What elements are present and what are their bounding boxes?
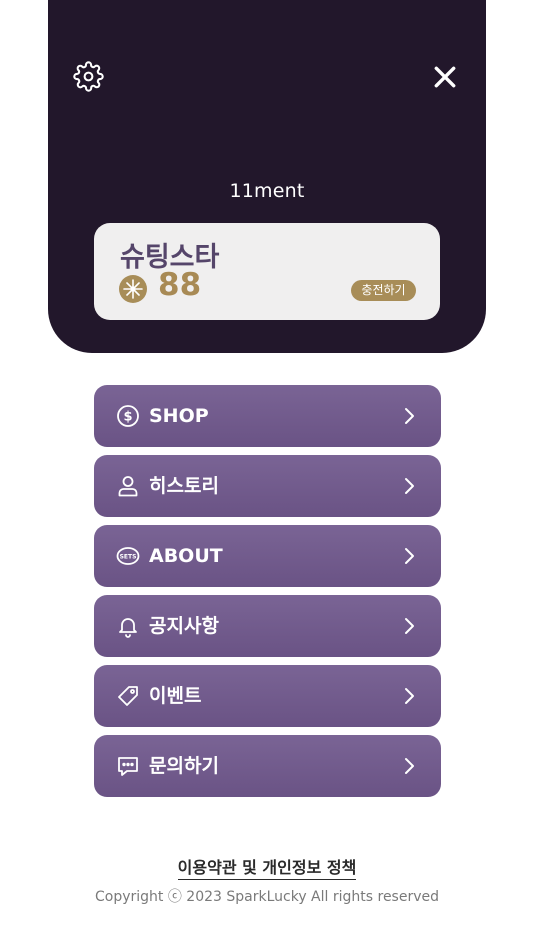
chevron-right-icon: [405, 758, 414, 774]
user-icon: [118, 476, 138, 497]
menu-item-label: 이벤트: [149, 685, 202, 707]
chevron-right-icon: [405, 688, 414, 704]
copyright-text: Copyright ⓒ 2023 SparkLucky All rights r…: [94, 889, 440, 905]
close-icon: [434, 66, 456, 88]
menu-item-notice[interactable]: 공지사항: [94, 595, 441, 657]
coin-icon: [119, 275, 147, 303]
menu-item-label: 공지사항: [149, 615, 219, 637]
menu-item-label: 히스토리: [149, 475, 219, 497]
bell-icon: [119, 618, 137, 638]
settings-button[interactable]: [73, 61, 104, 92]
chevron-right-icon: [405, 408, 414, 424]
balance-card: 슈팅스타 88 충전하기: [94, 223, 440, 320]
close-button[interactable]: [432, 64, 458, 90]
dollar-icon: $: [117, 405, 139, 427]
gear-icon: [73, 61, 104, 92]
menu-item-about[interactable]: SETS ABOUT: [94, 525, 441, 587]
menu-item-shop[interactable]: $ SHOP: [94, 385, 441, 447]
menu-item-label: 문의하기: [149, 755, 219, 777]
tag-icon: [118, 686, 138, 706]
chat-icon: [118, 757, 138, 776]
chevron-right-icon: [405, 478, 414, 494]
header-panel: 11ment 슈팅스타 88 충전하기: [48, 0, 486, 353]
sets-icon: SETS: [116, 547, 140, 565]
coin-balance: 88: [158, 267, 202, 303]
username: 11ment: [229, 180, 305, 202]
menu-item-event[interactable]: 이벤트: [94, 665, 441, 727]
charge-button[interactable]: 충전하기: [351, 280, 416, 301]
menu-item-label: SHOP: [149, 405, 209, 427]
menu-item-label: ABOUT: [149, 545, 223, 567]
main-menu: $ SHOP 히스토리 SETS ABOUT 공지사항 이벤트 문의하기: [94, 385, 441, 805]
chevron-right-icon: [405, 618, 414, 634]
menu-item-inquiry[interactable]: 문의하기: [94, 735, 441, 797]
chevron-right-icon: [405, 548, 414, 564]
terms-link[interactable]: 이용약관 및 개인정보 정책: [177, 858, 357, 880]
terms-container: 이용약관 및 개인정보 정책: [0, 854, 534, 880]
menu-item-history[interactable]: 히스토리: [94, 455, 441, 517]
svg-text:SETS: SETS: [120, 554, 137, 561]
svg-text:$: $: [123, 410, 132, 425]
